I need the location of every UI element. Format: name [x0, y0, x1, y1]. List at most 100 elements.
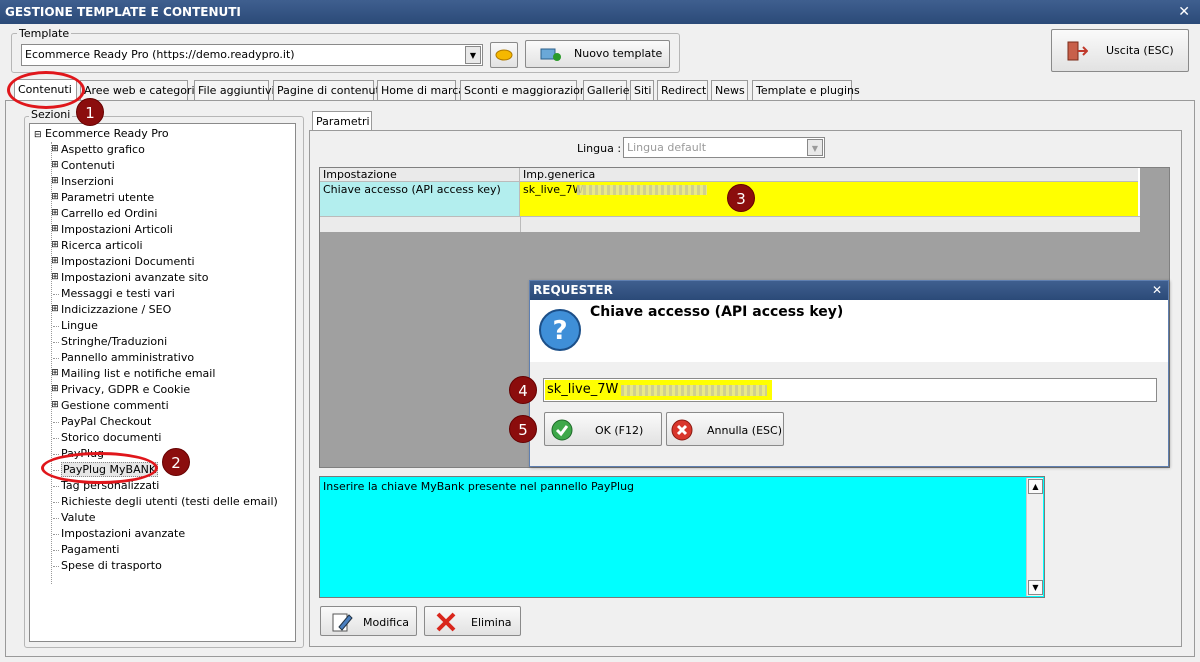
chevron-down-icon[interactable]: ▼ [807, 139, 823, 156]
sidebar-item-label: Inserzioni [61, 175, 114, 188]
tab-template-plugins[interactable]: Template e plugins [752, 80, 860, 101]
tab-parametri[interactable]: Parametri [312, 111, 372, 131]
sections-tree[interactable]: ⊟ Ecommerce Ready Pro ⊞ Aspetto grafico ⊞ C… [29, 123, 296, 642]
requester-input-highlight: sk_live_7W [545, 380, 772, 400]
exit-label: Uscita (ESC) [1106, 44, 1174, 57]
sidebar-item[interactable]: Pannello amministrativo [53, 350, 194, 366]
sidebar-item[interactable]: PayPal Checkout [53, 414, 151, 430]
tab-siti[interactable]: Siti [630, 80, 654, 101]
tree-connector [53, 358, 59, 359]
grid-header-value[interactable]: Imp.generica [520, 168, 1138, 182]
sidebar-item[interactable]: ⊞ Carrello ed Ordini [51, 206, 157, 222]
open-folder-button[interactable] [490, 42, 518, 68]
grid-cell-value-text: sk_live_7W [523, 183, 584, 196]
tree-connector [53, 294, 59, 295]
tab-news[interactable]: News [711, 80, 748, 101]
expand-icon[interactable]: ⊞ [51, 273, 59, 282]
sidebar-item[interactable]: ⊞ Ricerca articoli [51, 238, 143, 254]
scroll-down-icon[interactable]: ▼ [1028, 580, 1043, 595]
chevron-down-icon[interactable]: ▼ [465, 46, 481, 64]
tab-sconti[interactable]: Sconti e maggiorazioni [460, 80, 590, 101]
cancel-button[interactable]: Annulla (ESC) [666, 412, 784, 446]
lingua-value: Lingua default [627, 141, 707, 154]
sidebar-item[interactable]: ⊞ Contenuti [51, 158, 115, 174]
requester-input[interactable]: sk_live_7W [543, 378, 1157, 402]
annotation-ellipse-payplug-mybank [41, 452, 158, 484]
tab-file-aggiuntivi[interactable]: File aggiuntivi [194, 80, 275, 101]
sidebar-item[interactable]: ⊞ Privacy, GDPR e Cookie [51, 382, 190, 398]
lingua-select[interactable]: Lingua default ▼ [623, 137, 825, 158]
sidebar-item[interactable]: ⊞ Gestione commenti [51, 398, 168, 414]
tab-redirect[interactable]: Redirect [657, 80, 708, 101]
expand-icon[interactable]: ⊞ [51, 401, 59, 410]
sidebar-item[interactable]: Lingue [53, 318, 98, 334]
expand-icon[interactable]: ⊞ [51, 209, 59, 218]
svg-text:?: ? [552, 316, 567, 346]
grid-header-setting[interactable]: Impostazione [320, 168, 520, 182]
sidebar-item[interactable]: Stringhe/Traduzioni [53, 334, 167, 350]
sidebar-item[interactable]: Richieste degli utenti (testi delle emai… [53, 494, 278, 510]
sidebar-item[interactable]: ⊞ Mailing list e notifiche email [51, 366, 215, 382]
sidebar-item[interactable]: ⊞ Indicizzazione / SEO [51, 302, 172, 318]
tab-aree-web[interactable]: Aree web e categorie [80, 80, 201, 101]
ok-button[interactable]: OK (F12) [544, 412, 662, 446]
sidebar-item-label: Ricerca articoli [61, 239, 143, 252]
description-scrollbar[interactable]: ▲ ▼ [1026, 478, 1043, 596]
cancel-label: Annulla (ESC) [707, 424, 782, 437]
expand-icon[interactable]: ⊞ [51, 193, 59, 202]
expand-icon[interactable]: ⊞ [51, 225, 59, 234]
sidebar-item-label: Indicizzazione / SEO [61, 303, 172, 316]
expand-icon[interactable]: ⊞ [51, 257, 59, 266]
expand-icon[interactable]: ⊞ [51, 385, 59, 394]
sidebar-item[interactable]: ⊞ Impostazioni Articoli [51, 222, 173, 238]
scroll-up-icon[interactable]: ▲ [1028, 479, 1043, 494]
sidebar-item[interactable]: ⊞ Aspetto grafico [51, 142, 145, 158]
tab-gallerie[interactable]: Gallerie [583, 80, 630, 101]
sidebar-item-label: Messaggi e testi vari [61, 287, 175, 300]
sidebar-item-label: Pagamenti [61, 543, 120, 556]
requester-heading: Chiave accesso (API access key) [590, 304, 844, 320]
new-template-icon [540, 48, 561, 61]
sections-group-label: Sezioni [29, 108, 73, 121]
tree-root[interactable]: ⊟ Ecommerce Ready Pro [34, 126, 169, 142]
new-template-button[interactable]: Nuovo template [525, 40, 670, 68]
grid-empty-row [320, 216, 1140, 232]
sidebar-item[interactable]: Spese di trasporto [53, 558, 162, 574]
sidebar-item[interactable]: ⊞ Inserzioni [51, 174, 114, 190]
close-icon[interactable]: ✕ [1178, 0, 1190, 24]
close-icon[interactable]: ✕ [1152, 281, 1162, 300]
grid-cell-value[interactable]: sk_live_7W [520, 182, 1138, 216]
edit-button[interactable]: Modifica [320, 606, 417, 636]
sidebar-item[interactable]: ⊞ Impostazioni Documenti [51, 254, 194, 270]
tab-pagine-contenuti[interactable]: Pagine di contenuti [273, 80, 383, 101]
tree-connector [53, 502, 59, 503]
sidebar-item-label: Contenuti [61, 159, 115, 172]
tree-connector [53, 438, 59, 439]
sidebar-item[interactable]: ⊞ Impostazioni avanzate sito [51, 270, 208, 286]
expand-icon[interactable]: ⊞ [51, 305, 59, 314]
sidebar-item[interactable]: Impostazioni avanzate [53, 526, 185, 542]
delete-button[interactable]: Elimina [424, 606, 521, 636]
description-box[interactable]: Inserire la chiave MyBank presente nel p… [319, 476, 1045, 598]
exit-button[interactable]: Uscita (ESC) [1051, 29, 1189, 72]
expand-icon[interactable]: ⊞ [51, 177, 59, 186]
cancel-x-icon [671, 419, 693, 441]
expand-icon[interactable]: ⊞ [51, 145, 59, 154]
sidebar-item[interactable]: Messaggi e testi vari [53, 286, 175, 302]
grid-divider [520, 216, 521, 232]
expand-icon[interactable]: ⊞ [51, 161, 59, 170]
tree-connector [53, 566, 59, 567]
sidebar-item[interactable]: Valute [53, 510, 96, 526]
tree-connector [53, 486, 59, 487]
expand-icon[interactable]: ⊞ [51, 241, 59, 250]
expand-icon[interactable]: ⊞ [51, 369, 59, 378]
sidebar-item[interactable]: Storico documenti [53, 430, 161, 446]
annotation-badge-1: 1 [76, 98, 104, 126]
sidebar-item[interactable]: Pagamenti [53, 542, 120, 558]
grid-cell-setting[interactable]: Chiave accesso (API access key) [320, 182, 520, 216]
sidebar-item[interactable]: ⊞ Parametri utente [51, 190, 154, 206]
template-select[interactable]: Ecommerce Ready Pro (https://demo.readyp… [21, 44, 483, 66]
tab-home-di-marca[interactable]: Home di marca [377, 80, 465, 101]
edit-pencil-icon [332, 613, 353, 632]
ok-label: OK (F12) [595, 424, 644, 437]
